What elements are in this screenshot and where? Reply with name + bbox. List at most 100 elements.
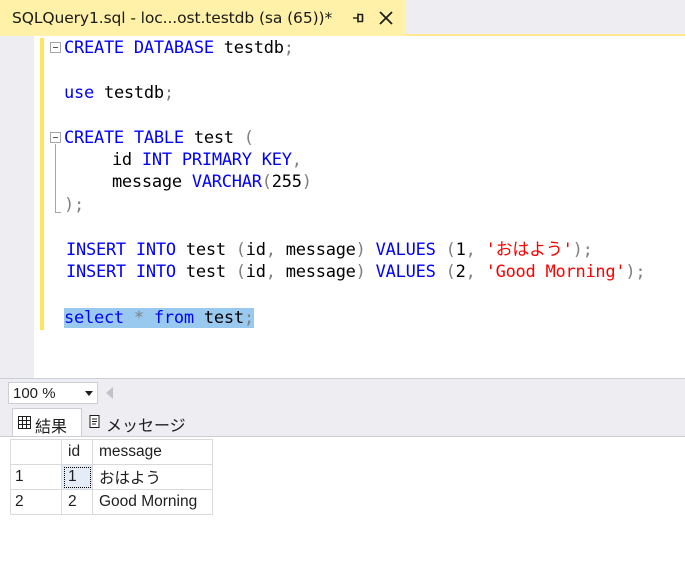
code-token: INTO: [135, 262, 176, 282]
code-token: PRIMARY: [181, 150, 252, 170]
code-token: ): [301, 172, 312, 192]
code-token: ;: [243, 308, 254, 328]
code-line[interactable]: CREATE TABLE test (: [64, 127, 254, 149]
code-token: CREATE: [64, 38, 124, 58]
code-token: test: [175, 240, 236, 260]
code-token: 2: [455, 262, 466, 282]
code-token: (: [243, 128, 254, 148]
code-token: message: [72, 172, 192, 192]
code-token: );: [625, 262, 646, 282]
code-token: 1: [455, 240, 466, 260]
code-token: message: [275, 262, 356, 282]
collapse-icon[interactable]: [50, 42, 61, 53]
code-token: ,: [291, 150, 302, 170]
code-text: use testdb;: [64, 83, 174, 103]
chevron-down-icon: [85, 391, 93, 396]
editor-margin: [0, 36, 34, 378]
grid-icon: [18, 416, 31, 429]
fold-guide: [55, 144, 56, 212]
code-token: from: [153, 308, 194, 328]
tab-messages[interactable]: メッセージ: [84, 408, 186, 436]
code-token: id: [72, 150, 142, 170]
code-line[interactable]: INSERT INTO test (id, message) VALUES (1…: [66, 239, 593, 261]
code-text: );: [64, 195, 84, 215]
results-grid: id message 1 1 おはよう 2 2 Good Morning: [10, 439, 213, 515]
code-text: CREATE TABLE test (: [64, 128, 254, 148]
code-token: ,: [265, 240, 276, 260]
code-token: ,: [265, 262, 276, 282]
column-header-message[interactable]: message: [92, 439, 213, 465]
code-token: ;: [163, 83, 174, 103]
code-line[interactable]: select * from test;: [64, 307, 254, 329]
column-header-id[interactable]: id: [61, 439, 93, 465]
scroll-left-icon[interactable]: [106, 387, 113, 399]
code-token: 'おはよう': [485, 240, 573, 260]
code-line[interactable]: id INT PRIMARY KEY,: [72, 149, 302, 171]
code-text: INSERT INTO test (id, message) VALUES (2…: [66, 262, 646, 282]
code-token: 255: [271, 172, 302, 192]
code-line[interactable]: CREATE DATABASE testdb;: [64, 37, 294, 59]
code-token: VARCHAR: [191, 172, 262, 192]
grid-corner-cell[interactable]: [10, 439, 62, 465]
code-line[interactable]: INSERT INTO test (id, message) VALUES (2…: [66, 261, 646, 283]
pin-icon[interactable]: [350, 10, 366, 26]
code-line[interactable]: use testdb;: [64, 82, 174, 104]
code-token: VALUES: [375, 262, 436, 282]
code-text: INSERT INTO test (id, message) VALUES (1…: [66, 240, 593, 260]
code-token: test: [183, 128, 244, 148]
code-token: ): [355, 262, 366, 282]
collapse-icon[interactable]: [50, 132, 61, 143]
results-tab-strip: 結果 メッセージ: [0, 406, 685, 436]
code-token: (: [235, 262, 246, 282]
code-line[interactable]: );: [64, 194, 84, 216]
code-token: INSERT: [66, 240, 126, 260]
row-number[interactable]: 1: [10, 464, 62, 490]
grid-cell-message[interactable]: おはよう: [92, 464, 213, 490]
code-token: (: [445, 262, 456, 282]
code-token: INSERT: [66, 262, 126, 282]
code-token: id: [245, 240, 266, 260]
document-tab[interactable]: SQLQuery1.sql - loc...ost.testdb (sa (65…: [0, 0, 405, 36]
code-token: select: [64, 308, 124, 328]
code-token: message: [275, 240, 356, 260]
code-token: ,: [465, 240, 476, 260]
code-token: ): [355, 240, 366, 260]
zoom-dropdown[interactable]: 100 %: [8, 382, 98, 404]
code-token: VALUES: [375, 240, 436, 260]
code-token: TABLE: [133, 128, 184, 148]
code-token: ;: [283, 38, 294, 58]
code-text: select * from test;: [64, 308, 254, 328]
grid-cell-id[interactable]: 1: [61, 464, 93, 490]
document-tab-title: SQLQuery1.sql - loc...ost.testdb (sa (65…: [12, 9, 333, 27]
grid-cell-id[interactable]: 2: [61, 489, 93, 515]
code-token: (: [261, 172, 272, 192]
code-token: (: [445, 240, 456, 260]
row-number[interactable]: 2: [10, 489, 62, 515]
grid-cell-message[interactable]: Good Morning: [92, 489, 213, 515]
results-pane: id message 1 1 おはよう 2 2 Good Morning: [0, 436, 685, 579]
tab-results-label: 結果: [35, 419, 68, 436]
code-token: DATABASE: [133, 38, 214, 58]
table-row: 2 2 Good Morning: [10, 489, 213, 515]
code-token: );: [64, 195, 84, 215]
code-token: *: [133, 308, 144, 328]
close-icon[interactable]: [378, 10, 394, 26]
code-line[interactable]: message VARCHAR(255): [72, 171, 312, 193]
tab-results[interactable]: 結果: [12, 408, 82, 436]
query-editor[interactable]: CREATE DATABASE testdb; use testdb; CREA…: [0, 36, 685, 378]
code-token: 'Good Morning': [485, 262, 626, 282]
tab-messages-label: メッセージ: [106, 418, 186, 435]
fold-guide-end: [55, 212, 61, 213]
